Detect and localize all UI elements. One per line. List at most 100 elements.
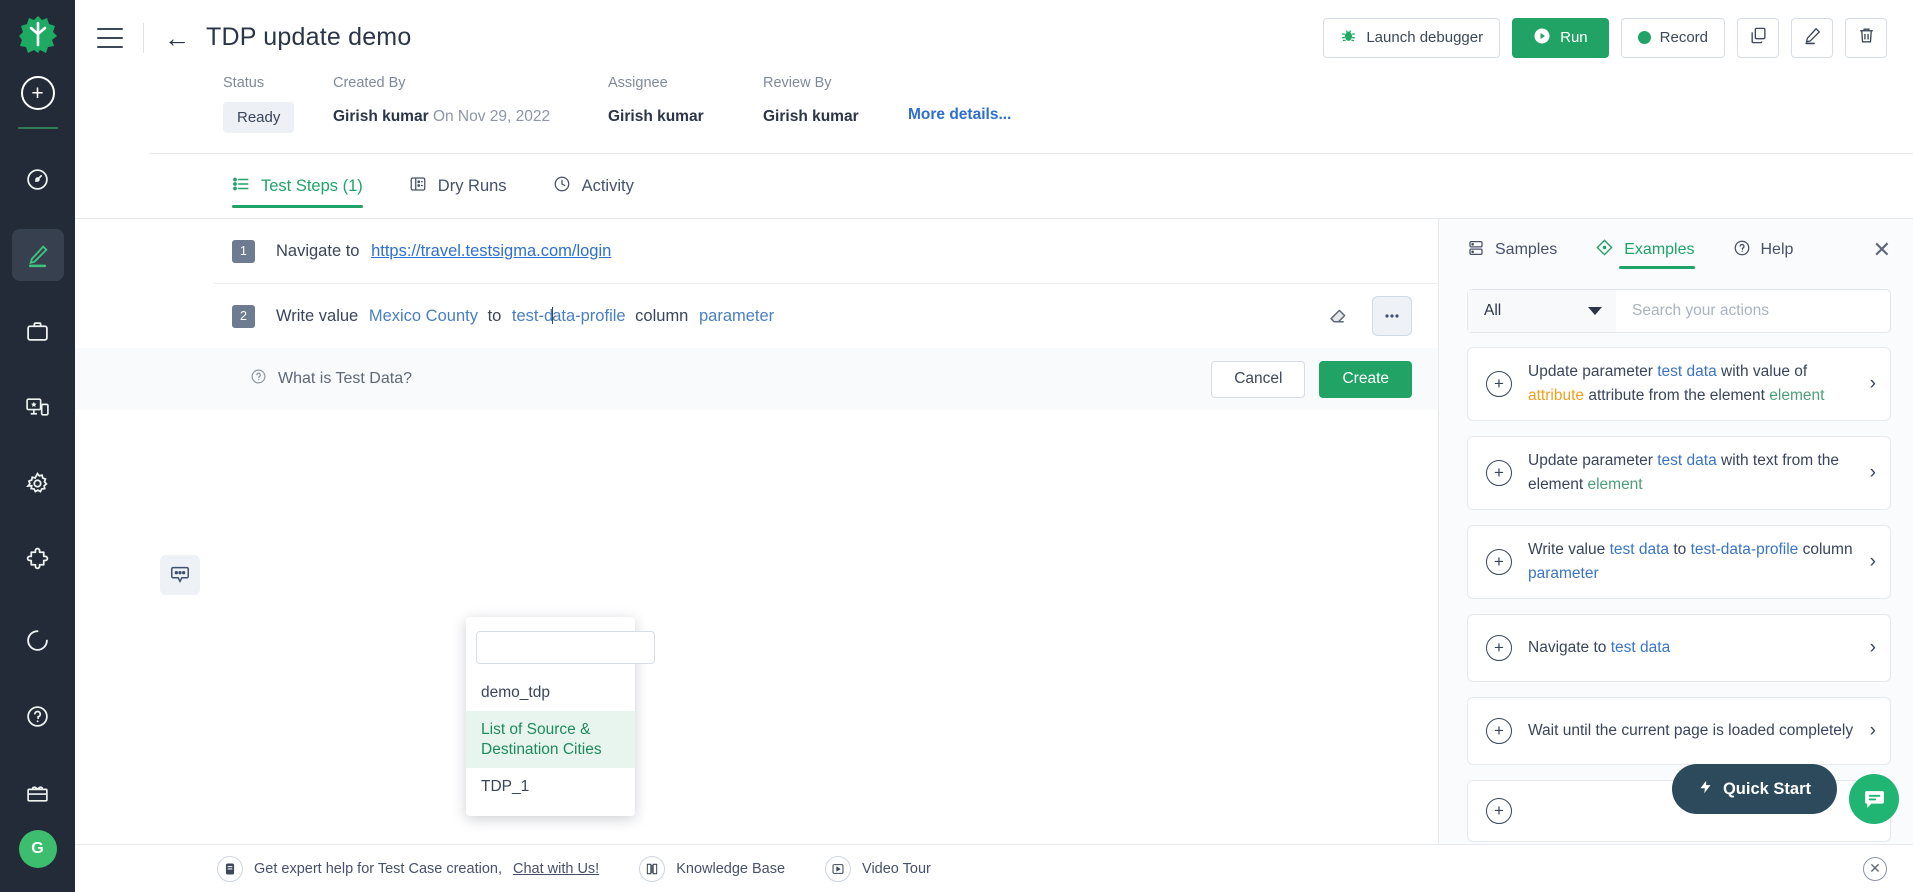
tab-dry-runs[interactable]: Dry Runs bbox=[409, 154, 507, 218]
sidebar-item-test-plans[interactable] bbox=[12, 305, 64, 357]
dropdown-option-demo-tdp[interactable]: demo_tdp bbox=[466, 674, 635, 711]
back-arrow-icon[interactable]: ← bbox=[164, 25, 190, 51]
example-part-element: element bbox=[1587, 476, 1643, 494]
chevron-right-icon[interactable]: › bbox=[1870, 551, 1876, 573]
tab-activity[interactable]: Activity bbox=[553, 154, 634, 218]
examples-filter-select[interactable]: All bbox=[1468, 290, 1616, 332]
sidebar-item-test-development[interactable] bbox=[11, 229, 64, 281]
example-part: Write value bbox=[1528, 541, 1606, 559]
step-url-link[interactable]: https://travel.testsigma.com/login bbox=[371, 242, 611, 260]
sidebar-item-whats-new[interactable] bbox=[12, 766, 64, 818]
chevron-right-icon[interactable]: › bbox=[1870, 720, 1876, 742]
add-action-icon[interactable]: + bbox=[1486, 549, 1512, 576]
tab-help-label: Help bbox=[1760, 241, 1794, 258]
chevron-right-icon[interactable]: › bbox=[1870, 373, 1876, 395]
tab-samples[interactable]: Samples bbox=[1467, 219, 1557, 281]
add-action-icon[interactable]: + bbox=[1486, 635, 1512, 662]
tab-examples[interactable]: Examples bbox=[1595, 219, 1695, 281]
created-by-label: Created By bbox=[333, 75, 406, 91]
pencil-icon bbox=[1803, 26, 1822, 49]
list-item[interactable]: + Write value test data to test-data-pro… bbox=[1467, 525, 1891, 600]
created-by-name: Girish kumar bbox=[333, 108, 429, 125]
hamburger-icon[interactable] bbox=[97, 27, 123, 48]
sidebar-item-test-lab[interactable] bbox=[12, 381, 64, 433]
delete-button[interactable] bbox=[1845, 17, 1887, 58]
briefcase-icon bbox=[25, 319, 50, 344]
launch-debugger-button[interactable]: Launch debugger bbox=[1323, 17, 1501, 58]
run-button[interactable]: Run bbox=[1512, 17, 1609, 58]
footer-chat-link[interactable]: Chat with Us! bbox=[513, 861, 599, 877]
example-part-testdata: test data bbox=[1657, 452, 1717, 470]
example-part: Update parameter bbox=[1528, 363, 1653, 380]
review-by-value: Girish kumar bbox=[763, 108, 859, 125]
main-area: ← TDP update demo Launch debugger Run Re… bbox=[75, 0, 1913, 892]
chevron-right-icon[interactable]: › bbox=[1870, 462, 1876, 484]
status-label: Status bbox=[223, 75, 265, 91]
close-circle-icon[interactable]: ✕ bbox=[1863, 856, 1887, 881]
add-button[interactable]: + bbox=[20, 76, 55, 110]
footer-knowledge-base[interactable]: Knowledge Base bbox=[639, 855, 785, 882]
add-action-icon[interactable]: + bbox=[1486, 798, 1512, 825]
sidebar-item-settings[interactable] bbox=[12, 457, 64, 509]
list-item[interactable]: + Update parameter test data with text f… bbox=[1467, 436, 1891, 511]
step-profile-part-b[interactable]: ata-profile bbox=[552, 307, 625, 325]
edit-button[interactable] bbox=[1791, 17, 1833, 58]
avatar[interactable]: G bbox=[18, 830, 57, 868]
footer-video-tour[interactable]: Video Tour bbox=[825, 855, 931, 882]
dropdown-option-tdp-1[interactable]: TDP_1 bbox=[466, 768, 635, 805]
example-part-parameter: parameter bbox=[1528, 565, 1599, 583]
cancel-button[interactable]: Cancel bbox=[1211, 360, 1306, 398]
meta-review-by: Review By Girish kumar bbox=[763, 75, 908, 126]
list-item[interactable]: + Wait until the current page is loaded … bbox=[1467, 697, 1891, 766]
testsigma-logo-icon[interactable] bbox=[16, 12, 60, 56]
more-details-link[interactable]: More details... bbox=[908, 106, 1011, 124]
question-circle-icon bbox=[25, 704, 50, 729]
test-data-question[interactable]: What is Test Data? bbox=[250, 368, 412, 390]
step-value[interactable]: Mexico County bbox=[369, 307, 478, 325]
step-prefix: Write value bbox=[276, 306, 359, 325]
quick-start-label: Quick Start bbox=[1722, 779, 1811, 798]
copy-button[interactable] bbox=[1737, 17, 1779, 58]
step-profile-part-a[interactable]: test-d bbox=[512, 307, 553, 325]
example-part-testdata: test data bbox=[1609, 541, 1670, 559]
quick-start-button[interactable]: Quick Start bbox=[1671, 764, 1837, 814]
add-action-icon[interactable]: + bbox=[1486, 371, 1512, 398]
list-item[interactable]: + Update parameter test data with value … bbox=[1467, 347, 1891, 422]
record-button[interactable]: Record bbox=[1620, 17, 1725, 58]
table-row[interactable]: 1 Navigate to https://travel.testsigma.c… bbox=[75, 219, 1438, 283]
add-action-icon[interactable]: + bbox=[1486, 718, 1512, 745]
example-part: Wait until the current page is loaded co… bbox=[1528, 722, 1854, 740]
table-row[interactable]: 2 Write value Mexico County to test-data… bbox=[75, 284, 1438, 348]
list-item[interactable]: + Navigate to test data › bbox=[1467, 614, 1891, 683]
tab-help[interactable]: Help bbox=[1733, 219, 1794, 281]
step-text: Navigate to https://travel.testsigma.com… bbox=[276, 242, 611, 261]
examples-filter-value: All bbox=[1484, 302, 1502, 319]
sidebar-item-usage[interactable] bbox=[12, 614, 64, 666]
footer-chat-help[interactable]: Get expert help for Test Case creation, … bbox=[217, 855, 599, 882]
eraser-icon[interactable] bbox=[1318, 296, 1358, 336]
toolbar-divider bbox=[143, 22, 144, 53]
step-parameter[interactable]: parameter bbox=[699, 307, 774, 325]
comment-icon[interactable] bbox=[160, 555, 200, 595]
chat-bubble-icon[interactable] bbox=[1849, 774, 1899, 824]
chat-icon bbox=[217, 855, 243, 882]
create-button[interactable]: Create bbox=[1319, 360, 1412, 398]
dropdown-search-input[interactable] bbox=[476, 631, 655, 664]
step-column: column bbox=[635, 306, 689, 325]
samples-icon bbox=[1467, 239, 1485, 262]
sidebar-divider bbox=[17, 127, 58, 129]
meta-assignee: Assignee Girish kumar bbox=[608, 75, 763, 126]
dropdown-option-list-of-source-destination-cities[interactable]: List of Source & Destination Cities bbox=[466, 711, 635, 769]
launch-debugger-label: Launch debugger bbox=[1366, 29, 1484, 46]
sidebar-item-help[interactable] bbox=[12, 690, 64, 742]
add-action-icon[interactable]: + bbox=[1486, 460, 1512, 487]
gift-icon bbox=[25, 780, 50, 805]
sidebar-item-addons[interactable] bbox=[12, 533, 64, 585]
example-part-testdata: test data bbox=[1610, 639, 1671, 657]
sidebar-item-dashboard[interactable] bbox=[12, 153, 64, 205]
close-icon[interactable]: ✕ bbox=[1873, 239, 1891, 261]
chevron-right-icon[interactable]: › bbox=[1870, 637, 1876, 659]
tab-test-steps[interactable]: Test Steps (1) bbox=[232, 154, 363, 218]
search-input[interactable] bbox=[1616, 302, 1890, 320]
more-options-icon[interactable] bbox=[1372, 296, 1412, 336]
